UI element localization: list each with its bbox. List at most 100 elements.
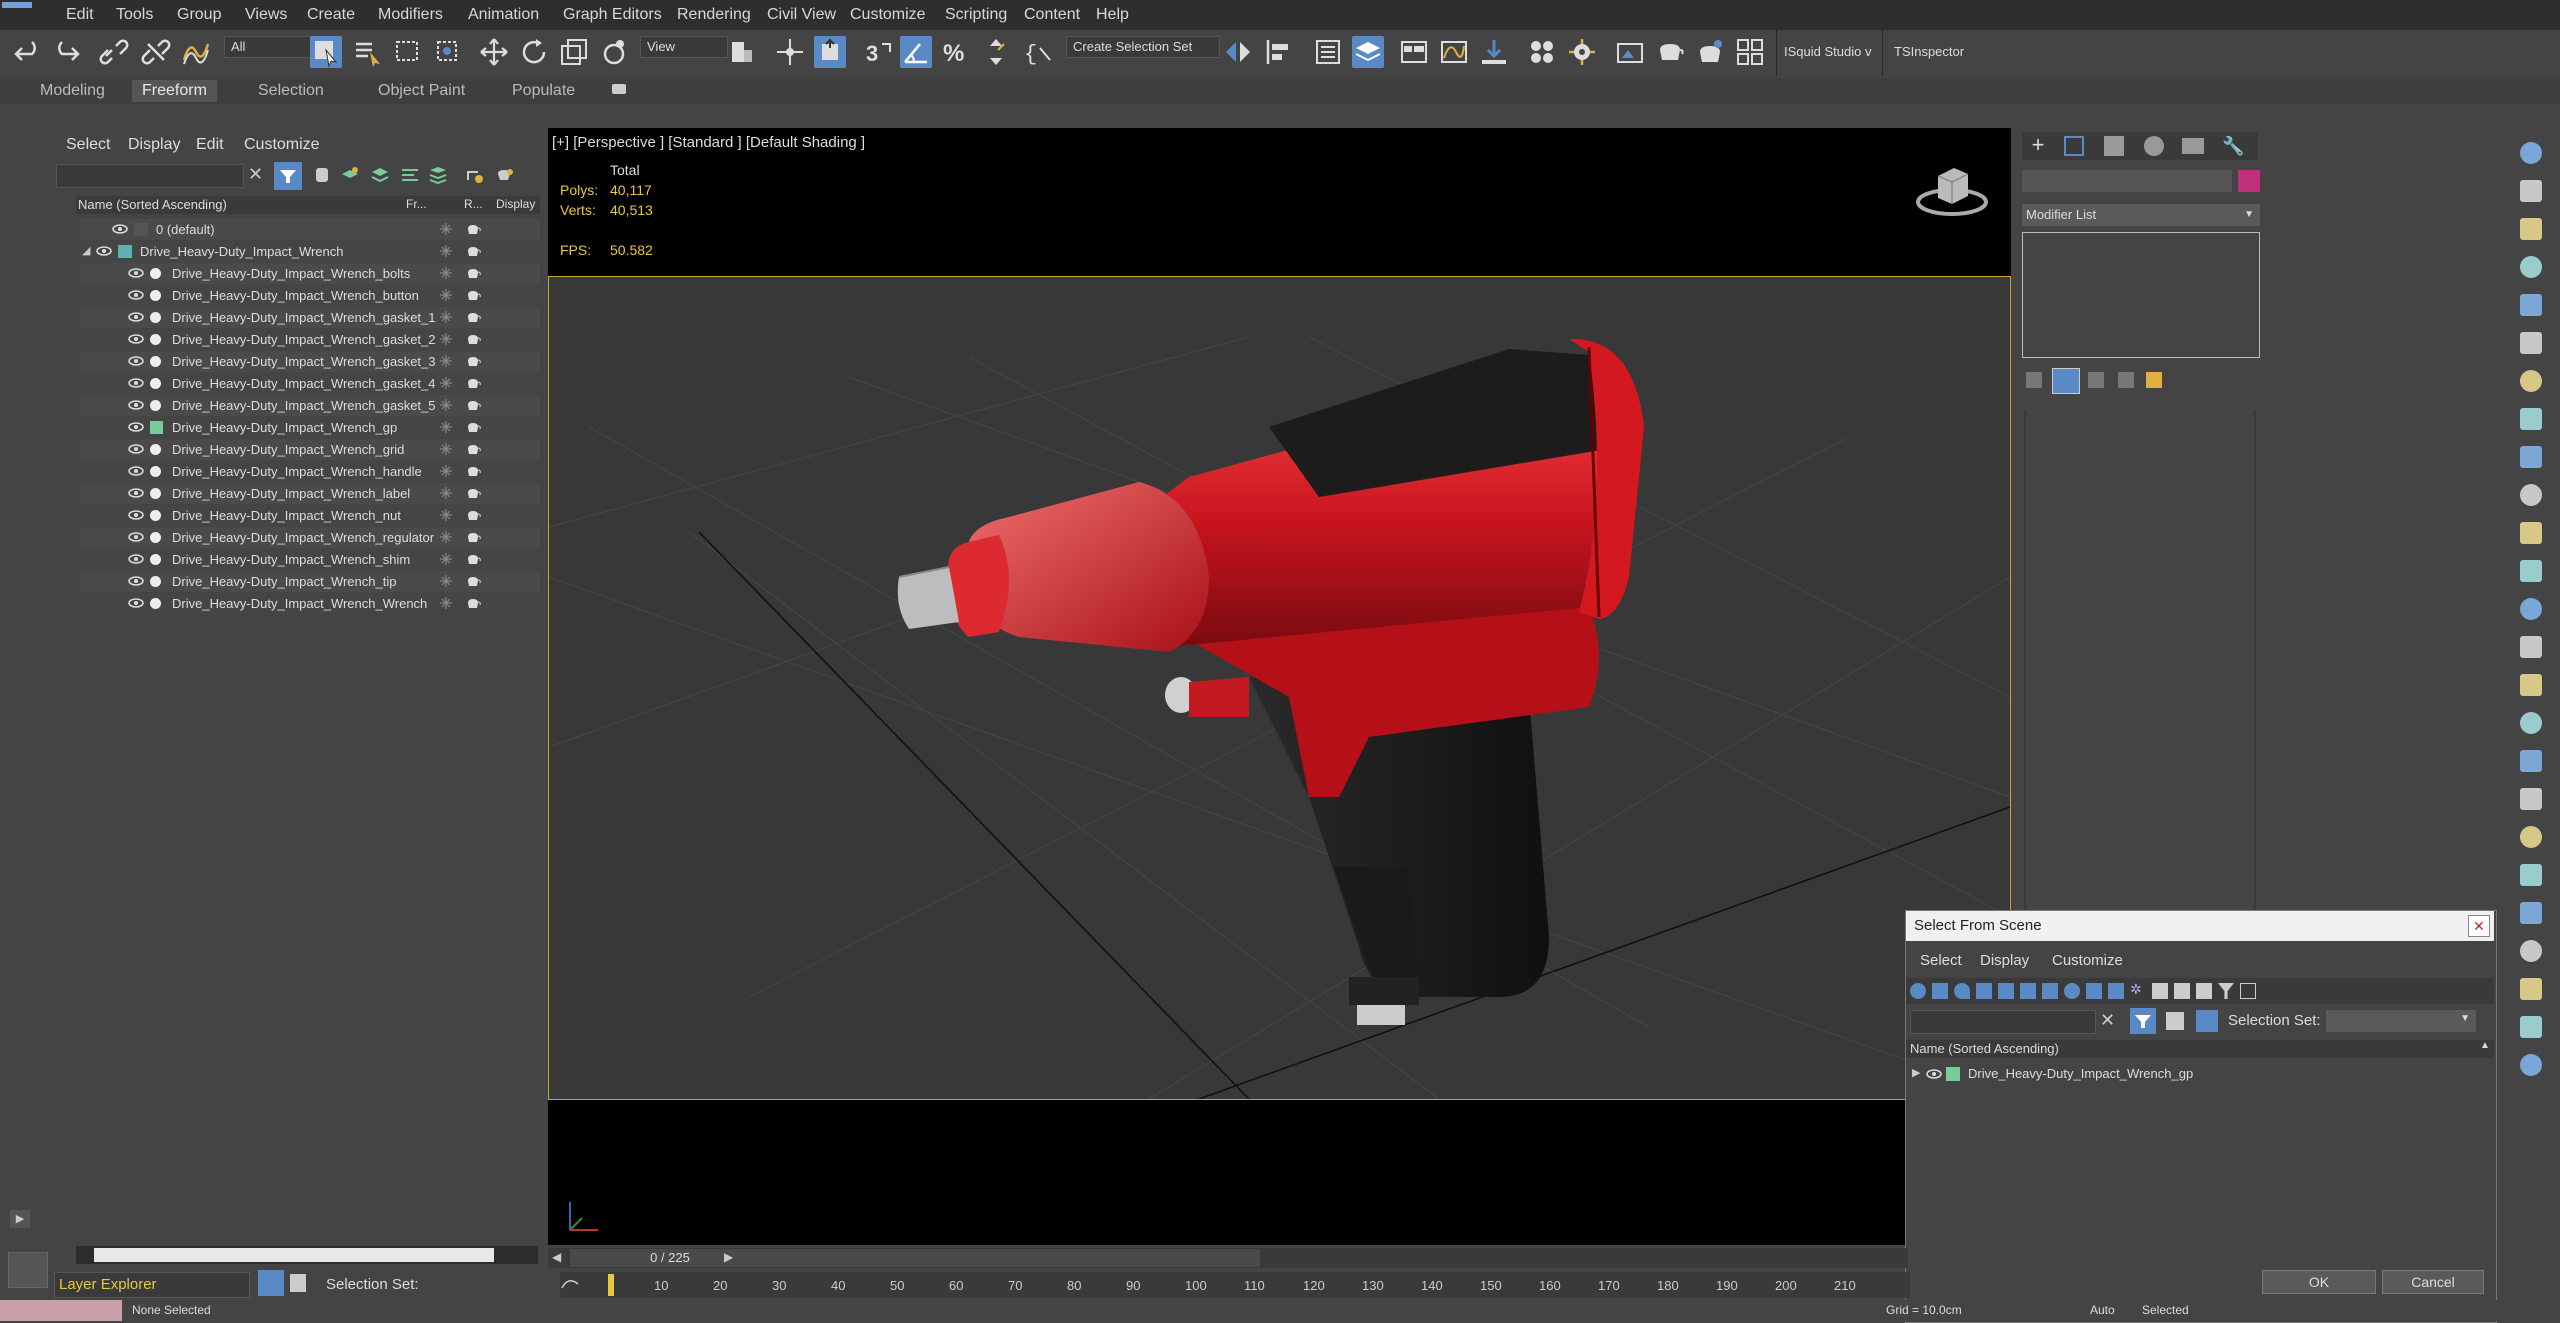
mirror-icon[interactable] xyxy=(1222,36,1254,68)
freeze-icon[interactable] xyxy=(440,553,452,565)
tabs-icon[interactable] xyxy=(2520,256,2542,278)
help-icon[interactable] xyxy=(2520,1054,2542,1076)
scene-explorer-row[interactable]: Drive_Heavy-Duty_Impact_Wrench_bolts xyxy=(80,263,540,284)
render-setup-icon[interactable] xyxy=(1566,36,1598,68)
dialog-menu-customize[interactable]: Customize xyxy=(2052,952,2123,969)
freeze-icon[interactable] xyxy=(440,465,452,477)
plugin-squid-label[interactable]: ISquid Studio v xyxy=(1784,44,1871,59)
freeze-icon[interactable] xyxy=(440,311,452,323)
eye-icon[interactable] xyxy=(128,597,144,609)
se-lock-icon[interactable] xyxy=(316,168,328,182)
reference-coordinate-dropdown[interactable]: View xyxy=(640,36,728,58)
hair-icon[interactable] xyxy=(2520,712,2542,734)
dialog-spacewarps-filter-icon[interactable] xyxy=(2020,983,2036,999)
sun-icon[interactable] xyxy=(2520,636,2542,658)
render-iterative-icon[interactable] xyxy=(1694,36,1726,68)
freeze-icon[interactable] xyxy=(440,377,452,389)
percent-snap-icon[interactable]: % xyxy=(940,36,972,68)
se-col-name[interactable]: Name (Sorted Ascending) xyxy=(78,197,227,212)
se-h-scroll-thumb[interactable] xyxy=(94,1248,494,1262)
dialog-xrefs-filter-icon[interactable] xyxy=(2064,983,2080,999)
bind-spacewarp-icon[interactable] xyxy=(180,36,212,68)
freeze-icon[interactable] xyxy=(440,355,452,367)
se-search-input[interactable] xyxy=(56,164,244,188)
se-menu-select[interactable]: Select xyxy=(66,136,110,154)
light-icon[interactable] xyxy=(2520,294,2542,316)
redo-icon[interactable] xyxy=(50,36,82,68)
dialog-search-input[interactable] xyxy=(1910,1010,2096,1034)
menu-customize[interactable]: Customize xyxy=(850,6,926,24)
scene-explorer-row[interactable]: Drive_Heavy-Duty_Impact_Wrench_grid xyxy=(80,439,540,460)
scene-explorer-row[interactable]: Drive_Heavy-Duty_Impact_Wrench_gasket_4 xyxy=(80,373,540,394)
menu-create[interactable]: Create xyxy=(307,6,355,24)
dialog-ok-button[interactable]: OK xyxy=(2262,1270,2376,1294)
se-sort-footer-icon[interactable] xyxy=(290,1274,306,1292)
render-teapot-icon[interactable] xyxy=(465,289,481,301)
eye-icon[interactable] xyxy=(128,487,144,499)
freeze-icon[interactable] xyxy=(440,487,452,499)
render-teapot-icon[interactable] xyxy=(465,575,481,587)
toggle-ribbon-icon[interactable] xyxy=(1398,36,1430,68)
scene-explorer-row[interactable]: Drive_Heavy-Duty_Impact_Wrench_gasket_5 xyxy=(80,395,540,416)
scene-explorer-row[interactable]: Drive_Heavy-Duty_Impact_Wrench_shim xyxy=(80,549,540,570)
bucket-icon[interactable] xyxy=(2520,902,2542,924)
rotate-icon[interactable] xyxy=(518,36,550,68)
render-teapot-icon[interactable] xyxy=(465,223,481,235)
menu-modifiers[interactable]: Modifiers xyxy=(378,6,443,24)
render-teapot-icon[interactable] xyxy=(465,245,481,257)
cone-icon[interactable] xyxy=(2520,598,2542,620)
list-icon[interactable] xyxy=(2520,218,2542,240)
schematic-view-icon[interactable] xyxy=(1478,36,1510,68)
key-filter-selected[interactable]: Selected xyxy=(2142,1303,2189,1317)
eye-icon[interactable] xyxy=(1926,1068,1942,1080)
se-menu-edit[interactable]: Edit xyxy=(196,136,224,154)
se-filter-icon[interactable] xyxy=(274,162,302,190)
viewport-bottom-area[interactable] xyxy=(548,1100,2011,1245)
undo-icon[interactable] xyxy=(12,36,44,68)
tab-freeform[interactable]: Freeform xyxy=(132,80,217,102)
scene-icon[interactable] xyxy=(2520,978,2542,1000)
selection-filter-dropdown[interactable]: All xyxy=(224,36,314,58)
freeze-icon[interactable] xyxy=(440,509,452,521)
eye-icon[interactable] xyxy=(128,443,144,455)
freeze-icon[interactable] xyxy=(440,223,452,235)
grass-icon[interactable] xyxy=(2520,864,2542,886)
se-col-frozen[interactable]: Fr... xyxy=(406,197,427,211)
dialog-lights-filter-icon[interactable] xyxy=(1954,983,1970,999)
eye-icon[interactable] xyxy=(128,355,144,367)
track-bar[interactable]: 10 20 30 40 50 60 70 80 90 100 110 120 130 140 150 160 1… xyxy=(560,1272,1910,1298)
freeze-icon[interactable] xyxy=(440,289,452,301)
dialog-invert-icon[interactable] xyxy=(2196,983,2212,999)
menu-edit[interactable]: Edit xyxy=(66,6,94,24)
dialog-clear-icon[interactable]: ✕ xyxy=(2100,1010,2115,1031)
rendered-frame-window-icon[interactable] xyxy=(1614,36,1646,68)
dialog-display-none-icon[interactable] xyxy=(2174,983,2190,999)
wand-icon[interactable] xyxy=(2520,750,2542,772)
show-end-result-icon[interactable] xyxy=(2052,368,2080,394)
plane-icon[interactable] xyxy=(2520,484,2542,506)
freeze-icon[interactable] xyxy=(440,399,452,411)
scene-explorer-toggle-icon[interactable] xyxy=(1312,36,1344,68)
scene-explorer-row[interactable]: Drive_Heavy-Duty_Impact_Wrench_gasket_1 xyxy=(80,307,540,328)
display-tab-icon[interactable] xyxy=(2182,138,2204,154)
modifier-stack[interactable] xyxy=(2022,232,2260,358)
render-teapot-icon[interactable] xyxy=(465,399,481,411)
eye-icon[interactable] xyxy=(128,399,144,411)
sphere-shade-icon[interactable] xyxy=(2520,522,2542,544)
move-icon[interactable] xyxy=(478,36,510,68)
layer-explorer-icon[interactable] xyxy=(1352,36,1384,68)
freeze-icon[interactable] xyxy=(440,597,452,609)
expand-arrow-icon[interactable]: ▶ xyxy=(1912,1066,1920,1079)
menu-help[interactable]: Help xyxy=(1096,6,1129,24)
eye-icon[interactable] xyxy=(128,289,144,301)
modifier-list-dropdown[interactable]: Modifier List ▼ xyxy=(2022,204,2260,226)
eye-icon[interactable] xyxy=(128,575,144,587)
scene-explorer-row[interactable]: ◢ Drive_Heavy-Duty_Impact_Wrench xyxy=(80,241,540,262)
render-teapot-icon[interactable] xyxy=(465,553,481,565)
eye-icon[interactable] xyxy=(128,421,144,433)
next-frame-icon[interactable]: ▶ xyxy=(724,1250,733,1264)
dialog-container-icon[interactable] xyxy=(2240,983,2256,999)
eye-icon[interactable] xyxy=(128,377,144,389)
rect-selection-icon[interactable] xyxy=(392,36,424,68)
menu-graph-editors[interactable]: Graph Editors xyxy=(563,6,662,24)
